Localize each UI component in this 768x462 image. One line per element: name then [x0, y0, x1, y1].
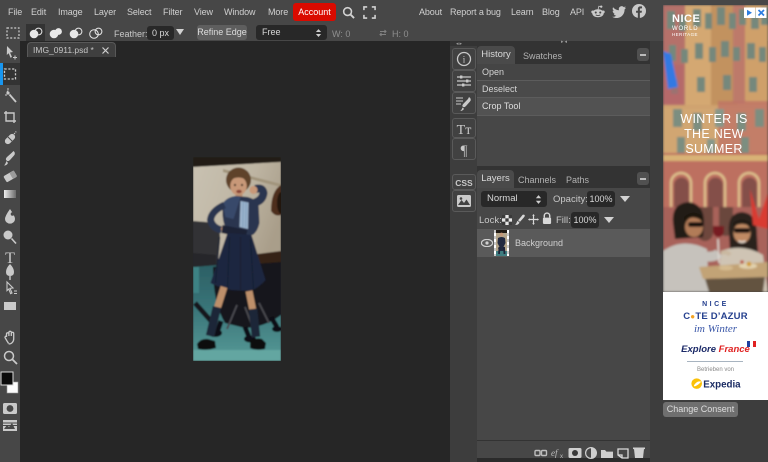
svg-text:Tт: Tт [457, 123, 472, 138]
svg-text:HERITAGE: HERITAGE [672, 32, 698, 37]
svg-text:x: x [560, 454, 563, 459]
svg-text:SUMMER: SUMMER [685, 142, 742, 156]
svg-text:WINTER IS: WINTER IS [680, 112, 747, 126]
svg-text:Expedia: Expedia [703, 379, 741, 390]
svg-text:i: i [463, 55, 466, 65]
svg-text:THE NEW: THE NEW [684, 127, 744, 141]
svg-text:¶: ¶ [461, 143, 468, 159]
svg-text:CSS: CSS [455, 178, 473, 188]
svg-text:ef: ef [551, 448, 559, 458]
svg-text:NΙCE: NΙCE [672, 13, 700, 25]
